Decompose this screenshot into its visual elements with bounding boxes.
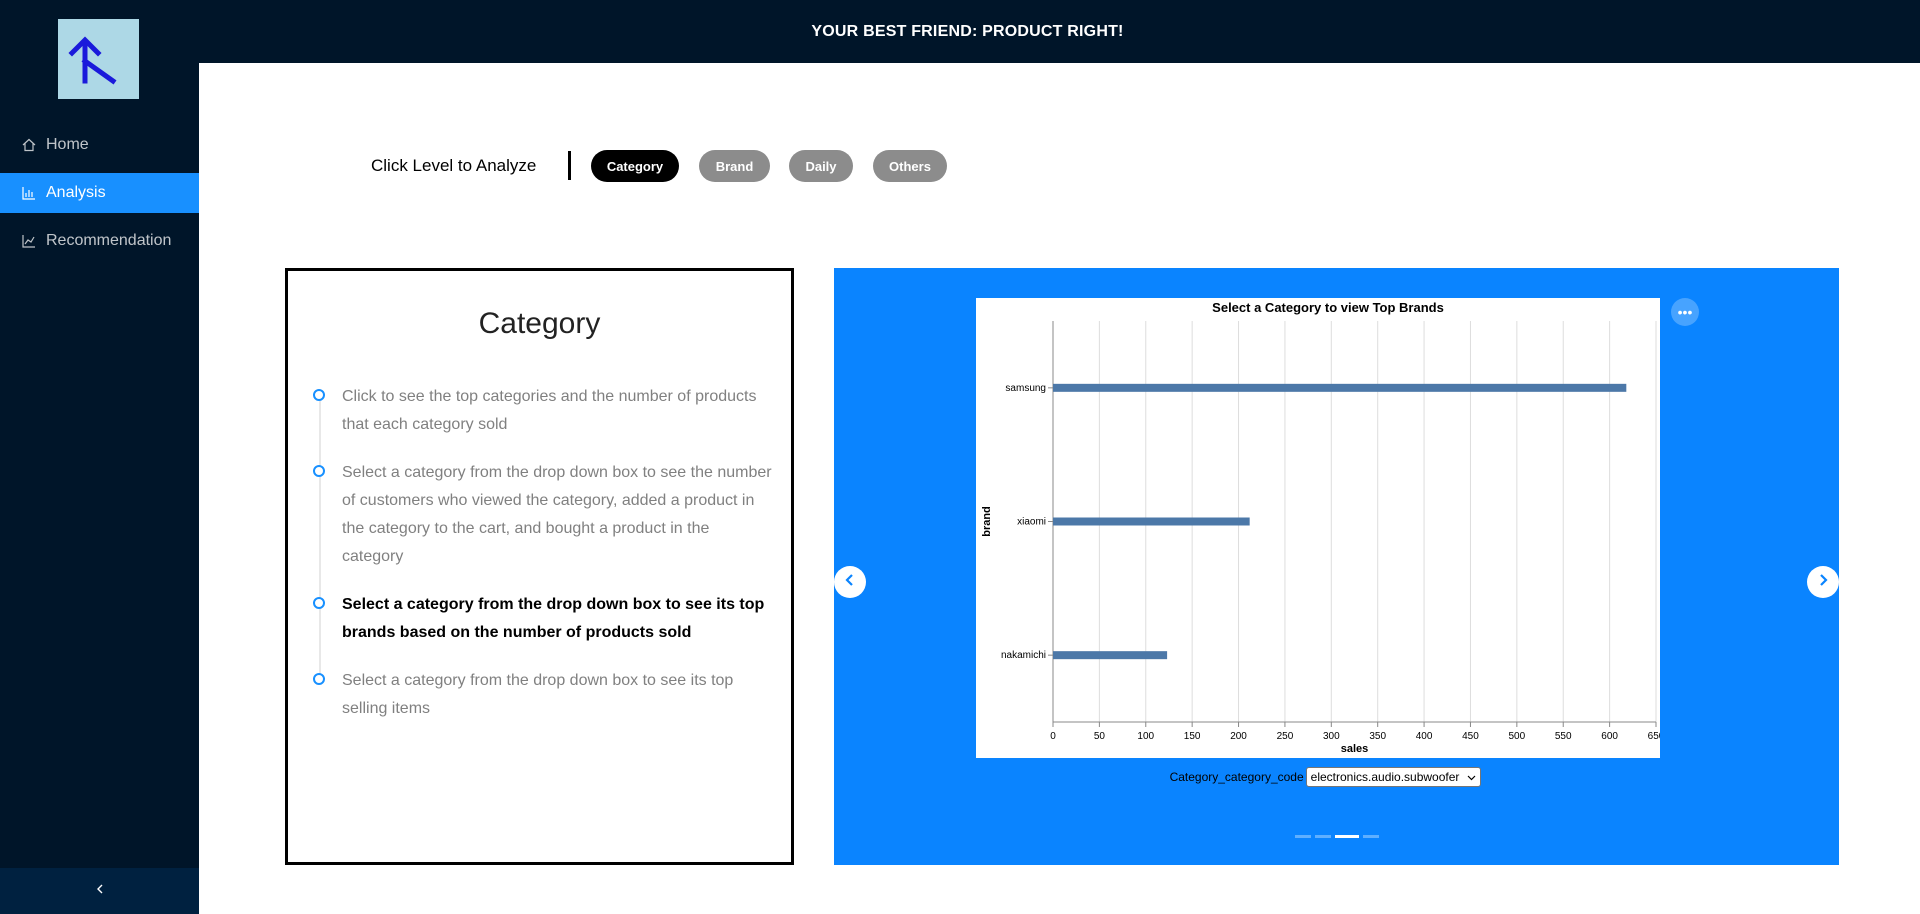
x-tick-label: 500: [1509, 731, 1526, 742]
sidebar-collapse-button[interactable]: [0, 868, 199, 914]
level-label: Click Level to Analyze: [371, 156, 537, 175]
category-select-row: Category_category_code electronics.audio…: [834, 767, 1839, 787]
top-header: YOUR BEST FRIEND: PRODUCT RIGHT!: [199, 0, 1920, 63]
chevron-down-icon: [1467, 773, 1476, 782]
x-tick-label: 400: [1416, 731, 1433, 742]
sidebar: Home Analysis Recommendation: [0, 0, 199, 914]
sidebar-item-label: Home: [46, 136, 89, 153]
x-tick-label: 100: [1137, 731, 1154, 742]
bar-chart: 0 50 100 150 200 250 300 350 400 450 500 550 600 650 s…: [981, 321, 1660, 755]
x-tick-label: 650: [1648, 731, 1660, 742]
y-tick-label: xiaomi: [1017, 517, 1046, 528]
timeline-dot: [313, 465, 325, 477]
info-title: Category: [478, 307, 601, 340]
logo-arrow-icon: [68, 36, 117, 85]
x-tick-label: 550: [1555, 731, 1572, 742]
chevron-left-icon: [843, 573, 857, 592]
x-tick-label: 300: [1323, 731, 1340, 742]
x-axis-title: sales: [1341, 743, 1369, 755]
bar-samsung: [1053, 383, 1627, 392]
chevron-left-icon: [94, 882, 106, 900]
carousel-dot-1[interactable]: [1294, 835, 1311, 838]
more-dots-icon: •••: [1677, 304, 1693, 320]
app-logo: [58, 19, 139, 99]
page-title: YOUR BEST FRIEND: PRODUCT RIGHT!: [811, 22, 1124, 40]
carousel-dot-4[interactable]: [1362, 835, 1379, 838]
sidebar-item-label: Recommendation: [46, 232, 172, 249]
carousel-dots: [834, 835, 1839, 838]
carousel-dot-3[interactable]: [1334, 835, 1359, 838]
bar-chart-icon: [22, 186, 36, 200]
info-card: Category Click to see the top categories…: [285, 268, 794, 865]
sidebar-item-recommendation[interactable]: Recommendation: [0, 221, 199, 261]
home-icon: [22, 138, 36, 152]
timeline-dot: [313, 389, 325, 401]
bar-nakamichi: [1053, 651, 1168, 660]
sidebar-item-label: Analysis: [46, 184, 106, 201]
x-tick-label: 250: [1277, 731, 1294, 742]
timeline-step: Select a category from the drop down box…: [312, 459, 772, 571]
level-others-button[interactable]: Others: [873, 150, 947, 182]
y-tick-label: samsung: [1005, 383, 1046, 394]
chevron-right-icon: [1816, 573, 1830, 592]
x-tick-label: 150: [1184, 731, 1201, 742]
step-text: Select a category from the drop down box…: [342, 464, 772, 565]
line-chart-icon: [22, 234, 36, 248]
step-text: Click to see the top categories and the …: [342, 388, 757, 433]
steps-timeline: Click to see the top categories and the …: [312, 383, 772, 743]
level-daily-button[interactable]: Daily: [789, 150, 853, 182]
chart-carousel: 0 50 100 150 200 250 300 350 400 450 500 550 600 650 s…: [834, 268, 1839, 865]
x-tick-label: 350: [1369, 731, 1386, 742]
sidebar-item-analysis[interactable]: Analysis: [0, 173, 199, 213]
level-brand-button[interactable]: Brand: [699, 150, 770, 182]
level-divider: [568, 151, 571, 180]
timeline-dot: [313, 597, 325, 609]
step-text: Select a category from the drop down box…: [342, 672, 734, 717]
timeline-step: Click to see the top categories and the …: [312, 383, 772, 439]
timeline-dot: [313, 673, 325, 685]
x-tick-label: 450: [1462, 731, 1479, 742]
timeline-step: Select a category from the drop down box…: [312, 667, 772, 723]
level-category-button[interactable]: Category: [591, 150, 679, 182]
y-axis-title: brand: [981, 506, 993, 537]
category-select-label: Category_category_code: [1169, 770, 1304, 784]
chart-actions-button[interactable]: •••: [1671, 298, 1699, 326]
category-select[interactable]: electronics.audio.subwoofer: [1305, 767, 1482, 787]
chart-panel: 0 50 100 150 200 250 300 350 400 450 500 550 600 650 s…: [976, 298, 1660, 758]
timeline-step-active: Select a category from the drop down box…: [312, 591, 772, 647]
x-tick-label: 200: [1230, 731, 1247, 742]
x-tick-label: 0: [1050, 731, 1056, 742]
x-tick-label: 50: [1094, 731, 1106, 742]
step-text: Select a category from the drop down box…: [342, 596, 765, 641]
sidebar-item-home[interactable]: Home: [0, 125, 199, 165]
carousel-prev-button[interactable]: [834, 566, 866, 598]
carousel-next-button[interactable]: [1807, 566, 1839, 598]
bar-xiaomi: [1053, 517, 1250, 526]
category-select-value: electronics.audio.subwoofer: [1310, 770, 1460, 784]
carousel-dot-2[interactable]: [1314, 835, 1331, 838]
x-tick-label: 600: [1601, 731, 1618, 742]
y-tick-label: nakamichi: [1001, 650, 1046, 661]
chart-title: Select a Category to view Top Brands: [1212, 300, 1444, 315]
